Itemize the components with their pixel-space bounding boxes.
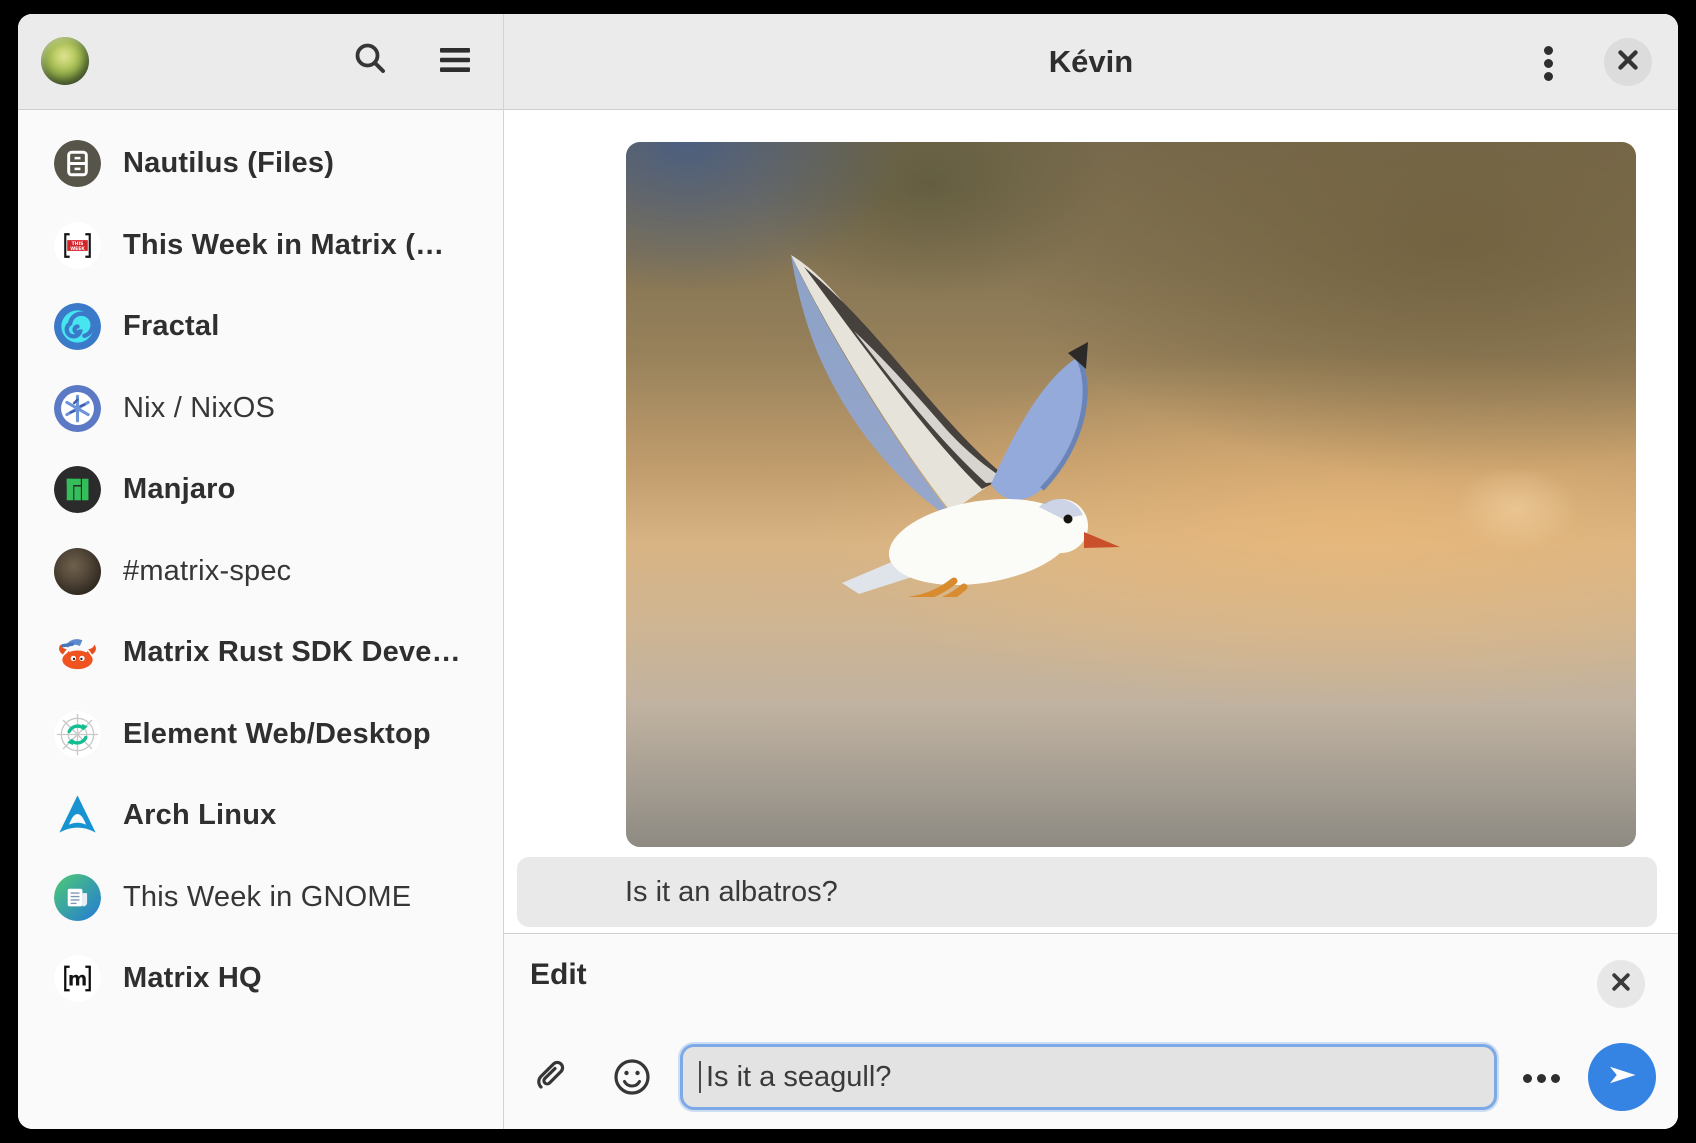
room-label: Manjaro bbox=[123, 473, 236, 506]
edit-mode-label: Edit bbox=[530, 958, 587, 992]
message-entry[interactable]: Is it a seagull? bbox=[680, 1044, 1497, 1110]
account-avatar[interactable] bbox=[41, 37, 89, 85]
sidebar-item-nautilus-files[interactable]: Nautilus (Files) bbox=[18, 123, 503, 205]
message-text: Is it an albatros? bbox=[517, 876, 838, 909]
search-icon bbox=[352, 40, 389, 82]
ferris-crab-icon bbox=[54, 629, 101, 676]
room-label: Matrix Rust SDK Deve… bbox=[123, 636, 461, 669]
fractal-spiral-icon bbox=[54, 303, 101, 350]
message-timeline: Is it an albatros? bbox=[504, 110, 1678, 932]
more-options-icon bbox=[1520, 1070, 1562, 1088]
room-title: Kévin bbox=[504, 14, 1678, 109]
message-entry-text: Is it a seagull? bbox=[706, 1061, 891, 1094]
element-web-icon bbox=[54, 711, 101, 758]
room-label: Arch Linux bbox=[123, 799, 276, 832]
room-label: Matrix HQ bbox=[123, 962, 262, 995]
search-button[interactable] bbox=[348, 39, 392, 83]
svg-text:WEEK: WEEK bbox=[70, 246, 85, 252]
fractal-window: Nautilus (Files) THISWEEK This Week in M… bbox=[18, 14, 1678, 1129]
sidebar-item-manjaro[interactable]: Manjaro bbox=[18, 449, 503, 531]
room-label: This Week in GNOME bbox=[123, 881, 411, 914]
text-message-bubble[interactable]: Is it an albatros? bbox=[517, 857, 1657, 927]
text-caret bbox=[699, 1061, 701, 1093]
sidebar-headerbar bbox=[18, 14, 503, 110]
sidebar: Nautilus (Files) THISWEEK This Week in M… bbox=[18, 14, 504, 1129]
kebab-menu-icon bbox=[1544, 42, 1553, 85]
emoji-picker-button[interactable] bbox=[610, 1057, 654, 1101]
close-window-button[interactable] bbox=[1604, 38, 1652, 86]
room-label: #matrix-spec bbox=[123, 555, 291, 588]
emoji-smile-icon bbox=[612, 1057, 652, 1102]
room-menu-button[interactable] bbox=[1526, 41, 1570, 85]
close-icon bbox=[1617, 49, 1639, 76]
more-options-button[interactable] bbox=[1519, 1057, 1563, 1101]
arch-linux-icon bbox=[54, 792, 101, 839]
sidebar-item-this-week-in-gnome[interactable]: This Week in GNOME bbox=[18, 857, 503, 939]
chat-headerbar: Kévin bbox=[504, 14, 1678, 110]
send-plane-icon bbox=[1604, 1057, 1640, 1098]
nix-snowflake-icon bbox=[54, 385, 101, 432]
main-menu-button[interactable] bbox=[433, 40, 477, 84]
chat-pane: Kévin bbox=[504, 14, 1678, 1129]
twim-icon: THISWEEK bbox=[54, 222, 101, 269]
paperclip-icon bbox=[529, 1056, 571, 1103]
sidebar-item-element-web-desktop[interactable]: Element Web/Desktop bbox=[18, 694, 503, 776]
room-label: Fractal bbox=[123, 310, 220, 343]
manjaro-icon bbox=[54, 466, 101, 513]
attach-file-button[interactable] bbox=[528, 1057, 572, 1101]
sidebar-item-matrix-rust-sdk[interactable]: Matrix Rust SDK Deve… bbox=[18, 612, 503, 694]
room-list: Nautilus (Files) THISWEEK This Week in M… bbox=[18, 110, 503, 1020]
sidebar-item-matrix-spec[interactable]: #matrix-spec bbox=[18, 531, 503, 613]
sidebar-item-nix-nixos[interactable]: Nix / NixOS bbox=[18, 368, 503, 450]
hamburger-menu-icon bbox=[439, 47, 471, 78]
sidebar-item-this-week-in-matrix[interactable]: THISWEEK This Week in Matrix (… bbox=[18, 205, 503, 287]
seagull-illustration bbox=[746, 237, 1126, 597]
edit-message-panel: Edit Is it a seagull? bbox=[504, 933, 1678, 1129]
room-label: Element Web/Desktop bbox=[123, 718, 431, 751]
matrix-m-icon: m bbox=[54, 955, 101, 1002]
sidebar-item-arch-linux[interactable]: Arch Linux bbox=[18, 775, 503, 857]
sidebar-item-fractal[interactable]: Fractal bbox=[18, 286, 503, 368]
send-message-button[interactable] bbox=[1588, 1043, 1656, 1111]
photo-avatar bbox=[54, 548, 101, 595]
room-label: Nautilus (Files) bbox=[123, 147, 334, 180]
file-cabinet-icon bbox=[54, 140, 101, 187]
image-message[interactable] bbox=[626, 142, 1636, 847]
room-label: Nix / NixOS bbox=[123, 392, 275, 425]
close-icon bbox=[1611, 972, 1631, 997]
cancel-edit-button[interactable] bbox=[1597, 960, 1645, 1008]
twig-newspaper-icon bbox=[54, 874, 101, 921]
svg-text:m: m bbox=[68, 970, 87, 991]
room-label: This Week in Matrix (… bbox=[123, 229, 444, 262]
sidebar-item-matrix-hq[interactable]: m Matrix HQ bbox=[18, 938, 503, 1020]
